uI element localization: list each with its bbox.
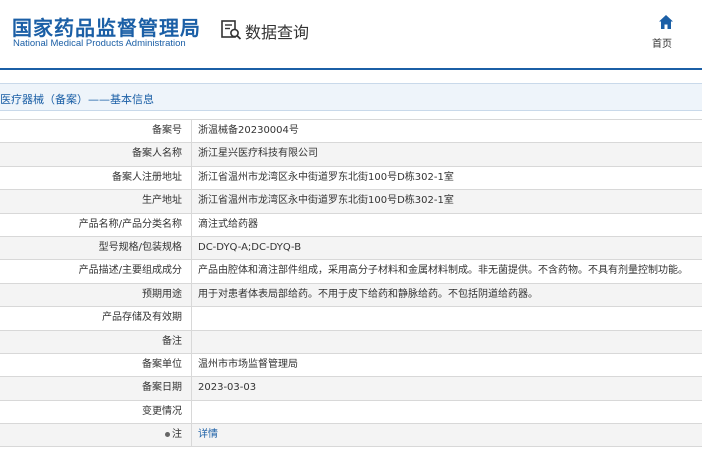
search-document-icon [221,20,242,40]
field-value: 浙温械备20230004号 [198,125,299,136]
site-logo-cn[interactable]: 国家药品监督管理局 [12,12,201,41]
table-row: 产品名称/产品分类名称 滴注式给药器 [0,213,702,237]
dot-marker-icon [165,431,170,437]
field-value: 详情 [192,424,702,446]
page-title: 数据查询 [245,23,310,42]
table-row: 备案号 浙温械备20230004号 [0,120,702,144]
field-value: 用于对患者体表局部给药。不用于皮下给药和静脉给药。不包括阴道给药器。 [198,288,538,300]
note-label: 注 [172,429,182,441]
field-label: 备案日期 [0,377,192,400]
details-link[interactable]: 详情 [198,429,218,440]
field-label: 型号规格/包装规格 [0,236,192,260]
field-value: 浙江省温州市龙湾区永中街道罗东北街100号D栋302-1室 [198,171,454,183]
field-label: 备案号 [0,120,192,143]
table-row: 型号规格/包装规格 DC-DYQ-A;DC-DYQ-B [0,236,702,261]
table-row: 备注 [0,330,702,354]
field-value: 产品由腔体和滴注部件组成，采用高分子材料和金属材料制成。非无菌提供。不含药物。不… [198,265,688,277]
breadcrumb: 医疗器械（备案）——基本信息 [0,83,702,111]
table-row: 备案人注册地址 浙江省温州市龙湾区永中街道罗东北街100号D栋302-1室 [0,166,702,191]
detail-table: 备案号 浙温械备20230004号 备案人名称 浙江星兴医疗科技有限公司 备案人… [0,119,702,448]
field-label: 产品描述/主要组成成分 [0,260,192,283]
field-value [192,331,702,353]
field-label: 产品名称/产品分类名称 [0,213,192,236]
breadcrumb-text: 医疗器械（备案）——基本信息 [0,93,154,106]
field-value: 滴注式给药器 [198,218,258,230]
field-label: 预期用途 [0,283,192,307]
home-icon[interactable] [658,14,674,30]
field-value: 温州市市场监督管理局 [198,358,298,370]
table-row: 生产地址 浙江省温州市龙湾区永中街道罗东北街100号D栋302-1室 [0,190,702,214]
field-label: 注 [0,424,192,447]
field-label: 备注 [0,330,192,353]
field-label: 变更情况 [0,400,192,424]
table-row: 变更情况 [0,400,702,425]
site-header: 国家药品监督管理局 National Medical Products Admi… [0,0,702,70]
table-row: 备案人名称 浙江星兴医疗科技有限公司 [0,143,702,167]
site-logo-en[interactable]: National Medical Products Administration [13,38,186,49]
field-label: 备案单位 [0,353,192,377]
field-value: 2023-03-03 [198,382,257,394]
table-row: 备案单位 温州市市场监督管理局 [0,353,702,378]
field-value: 浙江星兴医疗科技有限公司 [198,148,318,160]
table-row: 预期用途 用于对患者体表局部给药。不用于皮下给药和静脉给药。不包括阴道给药器。 [0,283,702,308]
field-value: 浙江省温州市龙湾区永中街道罗东北街100号D栋302-1室 [198,195,454,207]
field-label: 备案人名称 [0,143,192,166]
field-label: 备案人注册地址 [0,166,192,190]
field-value [192,401,702,423]
table-row: 产品存储及有效期 [0,307,702,331]
field-value [192,307,702,329]
field-label: 产品存储及有效期 [0,307,192,330]
field-value: DC-DYQ-A;DC-DYQ-B [198,241,302,253]
field-label: 生产地址 [0,190,192,213]
table-row: 产品描述/主要组成成分 产品由腔体和滴注部件组成，采用高分子材料和金属材料制成。… [0,260,702,284]
home-link[interactable]: 首页 [652,35,672,50]
table-row: 注 详情 [0,424,702,448]
table-row: 备案日期 2023-03-03 [0,377,702,401]
